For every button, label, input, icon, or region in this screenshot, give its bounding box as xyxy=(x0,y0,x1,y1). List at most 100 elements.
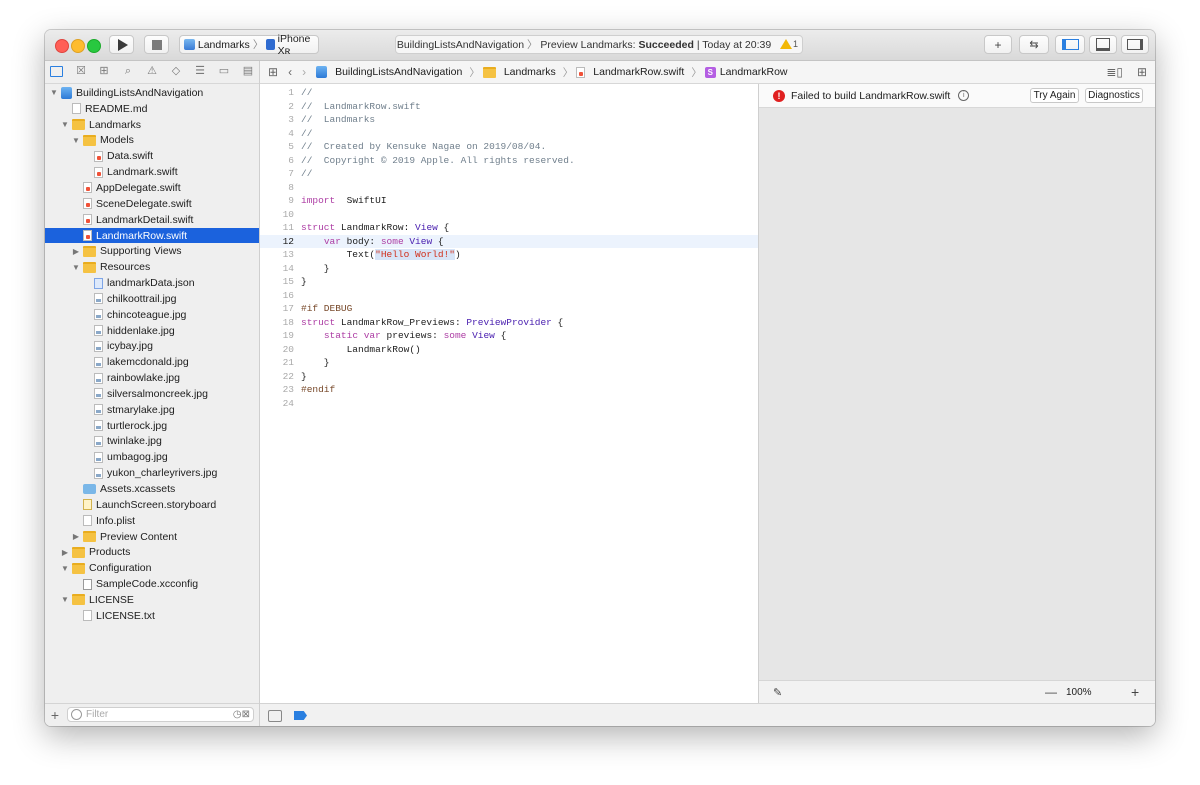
test-navigator-tab-icon[interactable]: ◇ xyxy=(169,65,183,77)
issue-navigator-tab-icon[interactable]: ⚠ xyxy=(145,65,159,77)
pin-icon[interactable]: ✎ xyxy=(773,686,782,699)
file-tree-item[interactable]: rainbowlake.jpg xyxy=(45,370,259,386)
breakpoint-navigator-tab-icon[interactable]: ▭ xyxy=(217,65,231,77)
breadcrumb-project[interactable]: BuildingListsAndNavigation xyxy=(316,66,462,78)
source-control-tab-icon[interactable]: ☒ xyxy=(74,65,88,77)
symbol-navigator-tab-icon[interactable]: ⊞ xyxy=(97,65,111,77)
file-tree-item[interactable]: LaunchScreen.storyboard xyxy=(45,497,259,513)
file-tree-item[interactable]: ▶ Products xyxy=(45,544,259,560)
file-tree-item[interactable]: ▶ Supporting Views xyxy=(45,243,259,259)
file-tree-item[interactable]: ▼ Landmarks xyxy=(45,117,259,133)
code-line[interactable]: } xyxy=(301,370,758,384)
toggle-navigator-button[interactable] xyxy=(1055,35,1085,54)
file-tree-item[interactable]: icybay.jpg xyxy=(45,339,259,355)
code-line[interactable]: } xyxy=(301,275,758,289)
editor-options-icon[interactable]: ≣▯ xyxy=(1106,65,1123,79)
file-tree-item[interactable]: Landmark.swift xyxy=(45,164,259,180)
disclosure-closed-icon[interactable]: ▶ xyxy=(72,532,80,541)
code-line[interactable]: struct LandmarkRow: View { xyxy=(301,221,758,235)
find-navigator-tab-icon[interactable]: ⌕ xyxy=(121,65,135,77)
code-line[interactable]: // xyxy=(301,167,758,181)
report-navigator-tab-icon[interactable]: ▤ xyxy=(241,65,255,77)
disclosure-open-icon[interactable]: ▼ xyxy=(61,564,69,573)
disclosure-closed-icon[interactable]: ▶ xyxy=(72,247,80,256)
file-tree-item[interactable]: ▼ LICENSE xyxy=(45,592,259,608)
code-line[interactable]: LandmarkRow() xyxy=(301,343,758,357)
file-tree-item[interactable]: LandmarkRow.swift xyxy=(45,227,259,244)
file-tree-item[interactable]: lakemcdonald.jpg xyxy=(45,354,259,370)
debug-navigator-tab-icon[interactable]: ☰ xyxy=(193,65,207,77)
code-line[interactable]: var body: some View { xyxy=(301,235,758,249)
forward-chevron-icon[interactable]: › xyxy=(302,65,306,79)
file-tree-item[interactable]: AppDelegate.swift xyxy=(45,180,259,196)
toggle-inspector-button[interactable] xyxy=(1121,35,1149,54)
file-tree-item[interactable]: Info.plist xyxy=(45,513,259,529)
recent-files-filter-icon[interactable]: ◷⊠ xyxy=(233,709,250,720)
file-tree-item[interactable]: landmarkData.json xyxy=(45,275,259,291)
disclosure-open-icon[interactable]: ▼ xyxy=(50,88,58,97)
code-line[interactable]: } xyxy=(301,356,758,370)
file-tree-item[interactable]: yukon_charleyrivers.jpg xyxy=(45,465,259,481)
code-line[interactable]: #endif xyxy=(301,383,758,397)
file-tree-item[interactable]: ▼ Configuration xyxy=(45,560,259,576)
file-tree-item[interactable]: LandmarkDetail.swift xyxy=(45,212,259,228)
file-tree-item[interactable]: twinlake.jpg xyxy=(45,434,259,450)
disclosure-open-icon[interactable]: ▼ xyxy=(72,136,80,145)
code-line[interactable]: Text("Hello World!") xyxy=(301,248,758,262)
code-line[interactable]: // Copyright © 2019 Apple. All rights re… xyxy=(301,154,758,168)
library-button[interactable]: + xyxy=(984,35,1012,54)
add-file-button[interactable]: + xyxy=(45,707,65,723)
code-line[interactable]: // Landmarks xyxy=(301,113,758,127)
code-line[interactable]: // xyxy=(301,127,758,141)
show-debug-area-button[interactable] xyxy=(268,709,282,722)
code-review-button[interactable]: ⇆ xyxy=(1019,35,1049,54)
file-tree-item[interactable]: Assets.xcassets xyxy=(45,481,259,497)
info-icon[interactable]: i xyxy=(958,90,970,101)
code-line[interactable] xyxy=(301,208,758,222)
breadcrumb-symbol[interactable]: S LandmarkRow xyxy=(704,66,788,78)
code-line[interactable] xyxy=(301,397,758,411)
disclosure-closed-icon[interactable]: ▶ xyxy=(61,548,69,557)
close-window-button[interactable] xyxy=(55,39,69,53)
file-tree-item[interactable]: Data.swift xyxy=(45,148,259,164)
code-line[interactable]: struct LandmarkRow_Previews: PreviewProv… xyxy=(301,316,758,330)
breakpoint-toggle-icon[interactable] xyxy=(294,711,307,720)
file-tree-item[interactable]: chilkoottrail.jpg xyxy=(45,291,259,307)
code-line[interactable]: // Created by Kensuke Nagae on 2019/08/0… xyxy=(301,140,758,154)
diagnostics-button[interactable]: Diagnostics xyxy=(1085,88,1143,103)
file-tree-item[interactable]: SampleCode.xcconfig xyxy=(45,576,259,592)
file-tree-item[interactable]: ▼ Resources xyxy=(45,259,259,275)
code-line[interactable] xyxy=(301,289,758,303)
file-tree-item[interactable]: silversalmoncreek.jpg xyxy=(45,386,259,402)
code-line[interactable]: #if DEBUG xyxy=(301,302,758,316)
code-line[interactable]: // xyxy=(301,86,758,100)
source-editor[interactable]: 1 2 3 4 5 6 7 8 9 10 11 12 13 14 15 16 17 18 19 20 21 22 23 24 … xyxy=(260,84,758,703)
warning-icon[interactable] xyxy=(780,39,792,49)
file-tree-item[interactable]: umbagog.jpg xyxy=(45,449,259,465)
file-tree-item[interactable]: ▼ BuildingListsAndNavigation xyxy=(45,85,259,101)
code-line[interactable]: static var previews: some View { xyxy=(301,329,758,343)
file-tree-item[interactable]: turtlerock.jpg xyxy=(45,418,259,434)
scheme-selector[interactable]: Landmarks 〉 iPhone Xʀ xyxy=(179,33,319,57)
breadcrumb-group[interactable]: Landmarks xyxy=(482,66,556,78)
try-again-button[interactable]: Try Again xyxy=(1030,88,1079,103)
code-line[interactable]: } xyxy=(301,262,758,276)
zoom-window-button[interactable] xyxy=(87,39,101,53)
file-tree-item[interactable]: ▶ Preview Content xyxy=(45,529,259,545)
related-items-icon[interactable]: ⊞ xyxy=(268,65,278,79)
disclosure-open-icon[interactable]: ▼ xyxy=(72,263,80,272)
file-tree-item[interactable]: README.md xyxy=(45,101,259,117)
file-tree-item[interactable]: hiddenlake.jpg xyxy=(45,323,259,339)
add-editor-icon[interactable]: ⊞ xyxy=(1137,65,1147,79)
run-button[interactable] xyxy=(109,35,134,54)
warning-count[interactable]: 1 xyxy=(793,39,798,49)
file-tree-item[interactable]: LICENSE.txt xyxy=(45,608,259,624)
zoom-out-button[interactable]: — xyxy=(1045,685,1057,699)
project-navigator-tab-icon[interactable] xyxy=(50,66,63,77)
code-line[interactable] xyxy=(301,181,758,195)
file-tree-item[interactable]: ▼ Models xyxy=(45,133,259,149)
code-line[interactable]: import SwiftUI xyxy=(301,194,758,208)
stop-button[interactable] xyxy=(144,35,169,54)
file-tree-item[interactable]: SceneDelegate.swift xyxy=(45,196,259,212)
minimize-window-button[interactable] xyxy=(71,39,85,53)
